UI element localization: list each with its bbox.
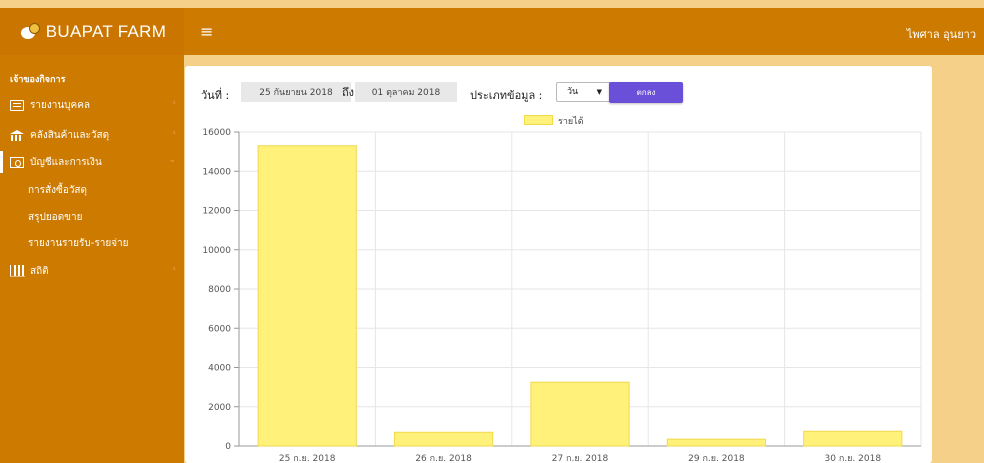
chevron-down-icon: ⌄: [168, 155, 176, 165]
x-tick-label: 26 ก.ย. 2018: [415, 454, 472, 463]
sidebar-item-label: บัญชีและการเงิน: [30, 156, 102, 168]
sidebar-subitem-income-expense[interactable]: รายงานรายรับ-รายจ่าย: [28, 236, 129, 251]
sidebar-item-label: คลังสินค้าและวัสดุ: [30, 129, 110, 141]
report-card: วันที่ : ถึง ประเภทข้อมูล : วัน ▼ ตกลง ร…: [185, 66, 932, 463]
bar: [530, 381, 630, 447]
y-tick-label: 10000: [202, 246, 231, 256]
sidebar-item-inventory[interactable]: คลังสินค้าและวัสดุ ‹: [10, 127, 176, 143]
bank-icon: [10, 129, 24, 141]
x-tick-label: 30 ก.ย. 2018: [825, 454, 882, 463]
x-tick-label: 29 ก.ย. 2018: [688, 454, 745, 463]
chevron-left-icon: ‹: [172, 128, 176, 138]
y-tick-label: 0: [225, 442, 231, 452]
sidebar-item-label: สถิติ: [30, 265, 49, 277]
sidebar-item-statistics[interactable]: สถิติ ‹: [10, 263, 176, 279]
brand-name: BUAPAT FARM: [45, 21, 167, 41]
farm-logo-icon: [18, 21, 40, 43]
bar: [803, 430, 903, 447]
x-tick-label: 25 ก.ย. 2018: [279, 454, 336, 463]
bar: [393, 431, 494, 447]
x-tick-label: 27 ก.ย. 2018: [552, 454, 609, 463]
sidebar-subitem-sales-summary[interactable]: สรุปยอดขาย: [28, 210, 83, 225]
chevron-left-icon: ‹: [172, 264, 176, 274]
y-tick-label: 8000: [208, 285, 231, 295]
sidebar-item-personnel-report[interactable]: รายงานบุคคล ‹: [10, 97, 176, 113]
sidebar-item-label: รายงานบุคคล: [30, 99, 91, 111]
y-tick-label: 14000: [202, 167, 231, 177]
username[interactable]: ไพศาล อุนยาว: [907, 25, 976, 43]
top-bar: BUAPAT FARM ≡ ไพศาล อุนยาว: [0, 8, 984, 55]
sidebar: เจ้าของกิจการ รายงานบุคคล ‹ คลังสินค้าแล…: [0, 55, 184, 463]
bar-chart-icon: [10, 266, 24, 277]
y-tick-label: 2000: [208, 403, 231, 413]
y-tick-label: 16000: [202, 128, 231, 138]
brand[interactable]: BUAPAT FARM: [0, 8, 184, 55]
report-icon: [10, 99, 24, 111]
active-indicator: [0, 151, 3, 173]
y-tick-label: 12000: [202, 207, 231, 217]
y-tick-label: 4000: [208, 364, 231, 374]
money-icon: [10, 156, 24, 168]
sidebar-subitem-material-order[interactable]: การสั่งซื้อวัสดุ: [28, 183, 87, 198]
chevron-left-icon: ‹: [172, 98, 176, 108]
bar: [257, 145, 357, 447]
bar: [666, 438, 767, 447]
sidebar-section-title: เจ้าของกิจการ: [10, 75, 66, 85]
sidebar-item-accounting[interactable]: บัญชีและการเงิน ⌄: [10, 154, 176, 170]
hamburger-icon[interactable]: ≡: [200, 22, 213, 41]
income-bar-chart: 0 2000 4000 6000 8000 10000 12000 14000 16000 25 …: [202, 128, 922, 463]
y-tick-label: 6000: [208, 324, 231, 334]
